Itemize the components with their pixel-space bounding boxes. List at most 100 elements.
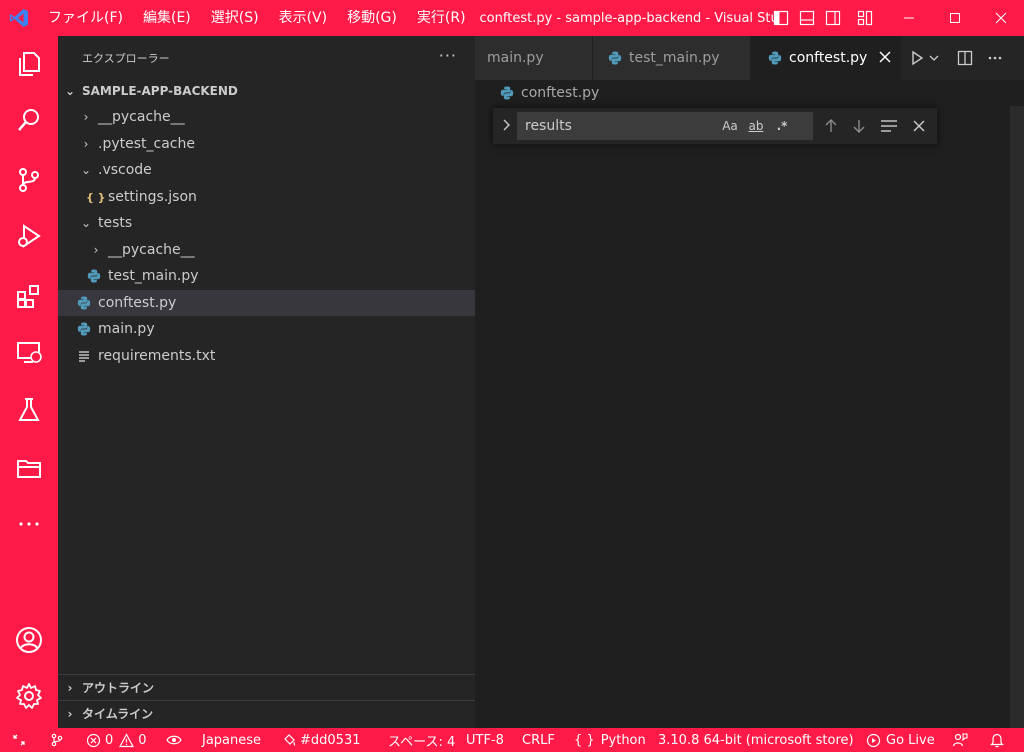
tree-item-pycache[interactable]: › __pycache__ bbox=[58, 104, 475, 130]
run-python-file-icon[interactable] bbox=[909, 50, 925, 66]
run-dropdown-chevron-icon[interactable] bbox=[929, 53, 939, 63]
tree-item-settings-json[interactable]: { } settings.json bbox=[58, 184, 475, 210]
previous-match-icon[interactable] bbox=[821, 116, 841, 136]
tab-label: conftest.py bbox=[789, 50, 868, 66]
chevron-right-icon: › bbox=[67, 706, 73, 721]
python-file-icon bbox=[767, 50, 783, 66]
window-title: conftest.py - sample-app-backend - Visua… bbox=[479, 10, 776, 26]
toggle-panel-icon[interactable] bbox=[794, 0, 820, 36]
explorer-icon[interactable] bbox=[0, 40, 58, 88]
chevron-right-icon: › bbox=[93, 243, 99, 257]
manage-gear-icon[interactable] bbox=[0, 672, 58, 720]
editor-more-actions-icon[interactable] bbox=[987, 50, 1003, 66]
accounts-icon[interactable] bbox=[0, 616, 58, 664]
editor-area: main.py test_main.py conftest.py conftes… bbox=[475, 36, 1024, 728]
go-live-button[interactable]: Go Live bbox=[866, 728, 935, 752]
outline-label: アウトライン bbox=[82, 681, 155, 695]
notifications-bell-icon[interactable] bbox=[990, 728, 1004, 752]
toggle-secondary-sidebar-icon[interactable] bbox=[820, 0, 846, 36]
tree-item-test-main-py[interactable]: test_main.py bbox=[58, 263, 475, 289]
eol-status[interactable]: CRLF bbox=[522, 728, 555, 752]
tree-item-tests-pycache[interactable]: › __pycache__ bbox=[58, 237, 475, 263]
maximize-button[interactable] bbox=[932, 0, 978, 36]
remote-explorer-icon[interactable] bbox=[0, 328, 58, 376]
timeline-section-header[interactable]: › タイムライン bbox=[58, 700, 475, 726]
braces-icon: { } bbox=[574, 732, 595, 748]
more-actions-icon[interactable]: ··· bbox=[439, 46, 457, 65]
tree-item-vscode[interactable]: ⌄ .vscode bbox=[58, 157, 475, 183]
indentation-status[interactable]: スペース: 4 bbox=[388, 728, 455, 752]
vscode-logo-icon[interactable] bbox=[0, 0, 38, 36]
match-case-toggle[interactable]: Aa bbox=[717, 119, 743, 133]
find-input[interactable] bbox=[517, 118, 717, 134]
warning-icon bbox=[119, 732, 135, 748]
text-file-icon bbox=[76, 348, 92, 364]
tree-item-label: test_main.py bbox=[108, 268, 199, 284]
breadcrumb-file[interactable]: conftest.py bbox=[521, 85, 599, 101]
use-regex-toggle[interactable]: .* bbox=[769, 119, 795, 133]
tree-item-requirements-txt[interactable]: requirements.txt bbox=[58, 343, 475, 369]
close-find-icon[interactable] bbox=[909, 116, 929, 136]
python-file-icon bbox=[76, 321, 92, 337]
tree-item-tests[interactable]: ⌄ tests bbox=[58, 210, 475, 236]
toggle-sidebar-icon[interactable] bbox=[768, 0, 794, 36]
menu-selection[interactable]: 選択(S) bbox=[201, 0, 269, 36]
run-debug-icon[interactable] bbox=[0, 212, 58, 260]
chevron-right-icon: › bbox=[83, 110, 89, 124]
testing-icon[interactable] bbox=[0, 386, 58, 434]
language-mode[interactable]: { } Python bbox=[574, 728, 646, 752]
git-branch-icon[interactable] bbox=[50, 728, 64, 752]
tab-test-main-py[interactable]: test_main.py bbox=[593, 36, 751, 80]
tab-main-py[interactable]: main.py bbox=[475, 36, 593, 80]
tab-bar: main.py test_main.py conftest.py bbox=[475, 36, 1024, 80]
menu-file[interactable]: ファイル(F) bbox=[38, 0, 133, 36]
breadcrumb: conftest.py bbox=[475, 80, 1024, 106]
toggle-replace-chevron-icon[interactable] bbox=[499, 118, 513, 132]
explorer-sidebar: エクスプローラー ··· ⌄ SAMPLE-APP-BACKEND › __py… bbox=[58, 36, 475, 728]
language-label: Python bbox=[600, 732, 646, 748]
split-editor-icon[interactable] bbox=[957, 50, 973, 66]
tab-label: test_main.py bbox=[629, 50, 720, 66]
menu-go[interactable]: 移動(G) bbox=[337, 0, 407, 36]
tree-item-main-py[interactable]: main.py bbox=[58, 316, 475, 342]
match-whole-word-toggle[interactable]: ab bbox=[743, 119, 769, 133]
close-tab-icon[interactable] bbox=[878, 50, 892, 64]
tree-item-conftest-py[interactable]: conftest.py bbox=[58, 290, 475, 316]
menu-run[interactable]: 実行(R) bbox=[407, 0, 476, 36]
more-views-icon[interactable] bbox=[0, 500, 58, 548]
feedback-icon[interactable] bbox=[952, 728, 968, 752]
tab-conftest-py[interactable]: conftest.py bbox=[751, 36, 901, 80]
python-file-icon bbox=[86, 268, 102, 284]
encoding-status[interactable]: UTF-8 bbox=[466, 728, 504, 752]
menu-view[interactable]: 表示(V) bbox=[269, 0, 338, 36]
activity-bar bbox=[0, 36, 58, 728]
problems-indicator[interactable]: 0 0 bbox=[86, 728, 147, 752]
tree-item-label: .vscode bbox=[98, 162, 152, 178]
chevron-down-icon: ⌄ bbox=[64, 84, 76, 98]
title-bar: ファイル(F) 編集(E) 選択(S) 表示(V) 移動(G) 実行(R) co… bbox=[0, 0, 1024, 36]
minimize-button[interactable] bbox=[886, 0, 932, 36]
search-icon[interactable] bbox=[0, 96, 58, 144]
error-count: 0 bbox=[105, 732, 114, 748]
tree-item-pytest-cache[interactable]: › .pytest_cache bbox=[58, 131, 475, 157]
vertical-scrollbar[interactable] bbox=[1010, 106, 1024, 728]
menu-edit[interactable]: 編集(E) bbox=[133, 0, 201, 36]
python-file-icon bbox=[499, 85, 515, 101]
remote-indicator-icon[interactable] bbox=[12, 728, 26, 752]
sidebar-header: エクスプローラー ··· bbox=[58, 36, 475, 80]
ime-status[interactable]: Japanese bbox=[166, 728, 261, 752]
project-manager-icon[interactable] bbox=[0, 444, 58, 492]
find-in-selection-icon[interactable] bbox=[879, 116, 899, 136]
outline-section-header[interactable]: › アウトライン bbox=[58, 674, 475, 700]
tree-item-label: settings.json bbox=[108, 189, 197, 205]
color-indicator[interactable]: #dd0531 bbox=[282, 728, 360, 752]
project-section-header[interactable]: ⌄ SAMPLE-APP-BACKEND bbox=[58, 80, 475, 102]
find-input-box: Aa ab .* bbox=[517, 112, 813, 140]
extensions-icon[interactable] bbox=[0, 272, 58, 320]
next-match-icon[interactable] bbox=[849, 116, 869, 136]
project-name: SAMPLE-APP-BACKEND bbox=[82, 84, 238, 98]
close-window-button[interactable] bbox=[978, 0, 1024, 36]
source-control-icon[interactable] bbox=[0, 156, 58, 204]
python-interpreter[interactable]: 3.10.8 64-bit (microsoft store) bbox=[658, 728, 854, 752]
customize-layout-icon[interactable] bbox=[852, 0, 878, 36]
